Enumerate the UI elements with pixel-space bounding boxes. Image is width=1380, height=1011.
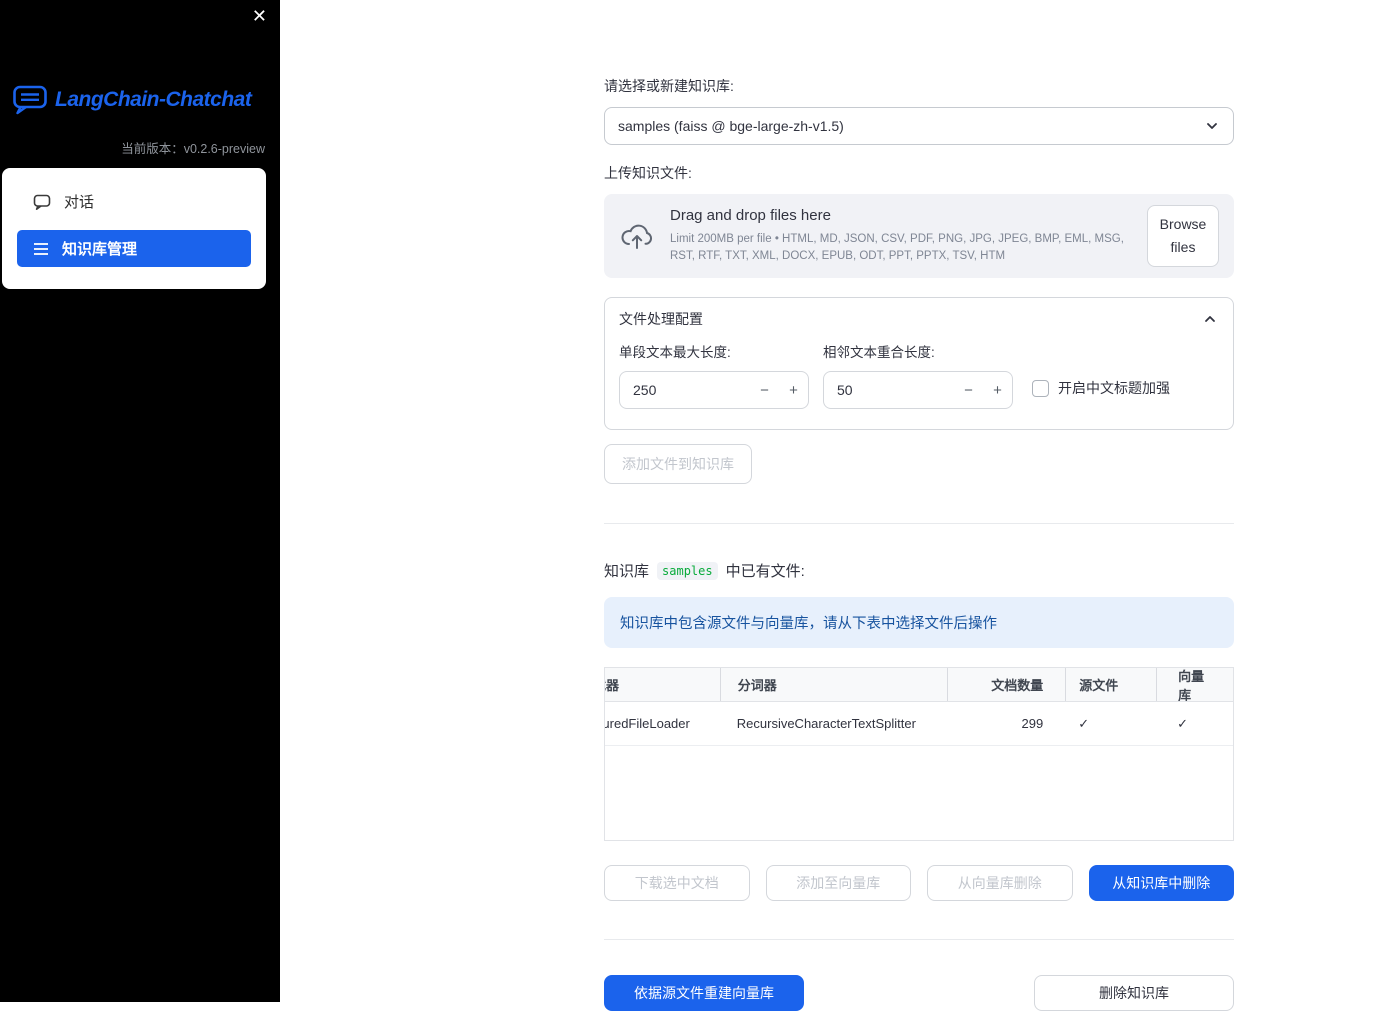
overlap-input[interactable]: 50	[824, 382, 954, 398]
app-logo-text: LangChain-Chatchat	[55, 87, 252, 111]
delete-from-vector-store-button[interactable]: 从向量库删除	[927, 865, 1073, 901]
sidebar-item-dialogue[interactable]: 对话	[2, 180, 266, 223]
zh-title-enhance-checkbox[interactable]	[1032, 379, 1049, 397]
version-label: 当前版本：v0.2.6-preview	[121, 142, 265, 156]
existing-files-heading: 知识库 samples 中已有文件:	[604, 560, 1234, 581]
cell-loader: UnstructuredFileLoader	[605, 716, 690, 731]
column-header-source-file[interactable]: 源文件	[1065, 668, 1156, 701]
column-header-doc-count[interactable]: 文档数量	[947, 668, 1065, 701]
kb-select-label: 请选择或新建知识库:	[604, 78, 734, 94]
sidebar: ✕ LangChain-Chatchat 当前版本：v0.2.6-preview…	[0, 0, 280, 1002]
divider	[604, 523, 1234, 524]
chat-bubble-logo-icon	[12, 84, 48, 115]
chunk-size-field: 单段文本最大长度: 250 − +	[619, 341, 809, 409]
sidebar-menu: 对话 知识库管理	[2, 168, 266, 289]
chunk-size-input[interactable]: 250	[620, 382, 750, 398]
info-banner: 知识库中包含源文件与向量库，请从下表中选择文件后操作	[604, 597, 1234, 648]
kb-select-value: samples (faiss @ bge-large-zh-v1.5)	[618, 118, 844, 134]
minus-icon[interactable]: −	[954, 382, 983, 399]
list-icon	[33, 242, 49, 256]
overlap-stepper: 50 − +	[823, 371, 1013, 409]
file-config-expander: 文件处理配置 单段文本最大长度: 250 − + 相邻文本重合长度: 50 − …	[604, 297, 1234, 430]
chevron-down-icon	[1204, 118, 1220, 134]
minus-icon[interactable]: −	[750, 382, 779, 399]
existing-files-suffix: 中已有文件:	[725, 563, 805, 580]
dropzone-limit-text: Limit 200MB per file • HTML, MD, JSON, C…	[670, 233, 1124, 262]
delete-from-kb-button[interactable]: 从知识库中删除	[1088, 865, 1234, 901]
zh-title-enhance-field: 开启中文标题加强	[1032, 378, 1170, 398]
chat-icon	[33, 193, 51, 211]
rebuild-vector-store-button[interactable]: 依据源文件重建向量库	[604, 975, 804, 1011]
table-header-row: 文档加载器 分词器 文档数量 源文件 向量库	[605, 668, 1233, 702]
sidebar-item-label: 对话	[64, 194, 95, 211]
overlap-label: 相邻文本重合长度:	[823, 345, 935, 360]
sidebar-item-label: 知识库管理	[62, 241, 138, 258]
chevron-up-icon	[1202, 311, 1218, 327]
download-selected-button[interactable]: 下载选中文档	[604, 865, 750, 901]
dropzone-text-block: Drag and drop files here Limit 200MB per…	[670, 207, 1132, 264]
delete-kb-button[interactable]: 删除知识库	[1034, 975, 1234, 1011]
table-row[interactable]: UnstructuredFileLoader RecursiveCharacte…	[605, 702, 1233, 746]
file-config-title: 文件处理配置	[619, 311, 703, 327]
sidebar-close-icon[interactable]: ✕	[252, 7, 267, 25]
existing-files-prefix: 知识库	[604, 563, 650, 580]
plus-icon[interactable]: +	[983, 382, 1012, 399]
kb-select[interactable]: samples (faiss @ bge-large-zh-v1.5)	[604, 107, 1234, 145]
cell-splitter: RecursiveCharacterTextSplitter	[736, 716, 916, 731]
add-files-to-kb-button[interactable]: 添加文件到知识库	[604, 444, 752, 484]
cloud-upload-icon	[619, 222, 655, 250]
file-dropzone[interactable]: Drag and drop files here Limit 200MB per…	[604, 194, 1234, 278]
divider	[604, 939, 1234, 940]
dropzone-instruction: Drag and drop files here	[670, 207, 831, 225]
overlap-field: 相邻文本重合长度: 50 − +	[823, 341, 1013, 409]
kb-files-table: 文档加载器 分词器 文档数量 源文件 向量库 UnstructuredFileL…	[604, 667, 1234, 841]
kb-name-code: samples	[657, 561, 718, 580]
file-config-body: 单段文本最大长度: 250 − + 相邻文本重合长度: 50 − + 开启中文标…	[605, 337, 1233, 429]
main-content: 请选择或新建知识库: samples (faiss @ bge-large-zh…	[604, 0, 1234, 1011]
column-header-splitter[interactable]: 分词器	[719, 668, 948, 701]
browse-files-button[interactable]: Browse files	[1147, 204, 1219, 268]
kb-management-buttons: 依据源文件重建向量库 删除知识库	[604, 975, 1234, 1011]
upload-label: 上传知识文件:	[604, 165, 692, 181]
plus-icon[interactable]: +	[779, 382, 808, 399]
column-header-vector-store[interactable]: 向量库	[1156, 668, 1233, 701]
chunk-size-label: 单段文本最大长度:	[619, 345, 731, 360]
zh-title-enhance-label: 开启中文标题加强	[1058, 380, 1170, 396]
add-to-vector-store-button[interactable]: 添加至向量库	[765, 865, 911, 901]
app-logo: LangChain-Chatchat	[12, 84, 252, 115]
cell-source-file-check: ✓	[1078, 715, 1090, 731]
table-action-buttons: 下载选中文档 添加至向量库 从向量库删除 从知识库中删除	[604, 865, 1234, 901]
sidebar-item-knowledge-base[interactable]: 知识库管理	[17, 230, 251, 267]
file-config-expander-header[interactable]: 文件处理配置	[605, 298, 1233, 337]
cell-vector-store-check: ✓	[1177, 715, 1188, 731]
chunk-size-stepper: 250 − +	[619, 371, 809, 409]
column-header-loader[interactable]: 文档加载器	[605, 668, 720, 701]
cell-doc-count: 299	[1021, 716, 1044, 731]
